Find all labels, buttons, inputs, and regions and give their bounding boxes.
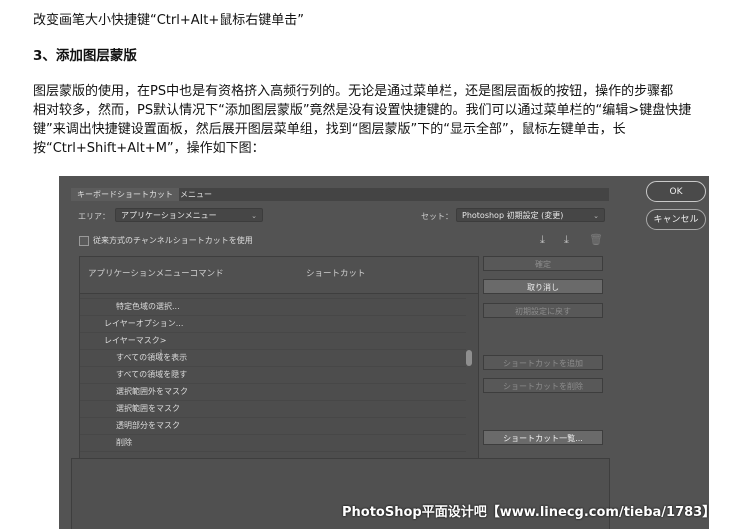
- table-row[interactable]: 透明部分をマスク: [80, 417, 466, 435]
- tab-keyboard-shortcuts[interactable]: キーボードショートカット: [71, 188, 179, 201]
- area-select[interactable]: アプリケーションメニュー ⌄: [115, 208, 263, 222]
- cancel-button[interactable]: キャンセル: [646, 209, 706, 230]
- paragraph-line: 图层蒙版的使用，在PS中也是有资格挤入高频行列的。无论是通过菜单栏，还是图层面板…: [33, 84, 674, 99]
- intro-line: 改变画笔大小快捷键“Ctrl+Alt+鼠标右键单击”: [33, 13, 304, 28]
- shortcut-summary-button[interactable]: ショートカット一覧...: [483, 430, 603, 445]
- new-set-icon[interactable]: ⤓: [564, 233, 569, 247]
- set-label: セット：: [421, 212, 453, 221]
- table-row[interactable]: 削除: [80, 434, 466, 452]
- article-paragraph: 图层蒙版的使用，在PS中也是有资格挤入高频行列的。无论是通过菜单栏，还是图层面板…: [33, 82, 739, 158]
- area-label: エリア：: [78, 212, 110, 221]
- dialog-tabs: キーボードショートカット メニュー: [71, 188, 609, 201]
- chevron-down-icon: ⌄: [593, 212, 599, 220]
- paragraph-line: 按“Ctrl+Shift+Alt+M”，操作如下图：: [33, 141, 265, 156]
- table-row[interactable]: 選択範囲をマスク: [80, 400, 466, 418]
- ok-button[interactable]: OK: [646, 181, 706, 202]
- area-select-value: アプリケーションメニュー: [121, 211, 217, 220]
- trash-icon[interactable]: 🗑: [589, 233, 603, 246]
- column-command: アプリケーションメニューコマンド: [88, 269, 224, 279]
- legacy-channel-checkbox[interactable]: [79, 236, 89, 246]
- shortcut-table: アプリケーションメニューコマンド ショートカット · · · · · · · 特…: [79, 256, 479, 460]
- add-shortcut-button[interactable]: ショートカットを追加: [483, 355, 603, 370]
- paragraph-line: 键”来调出快捷键设置面板，然后展开图层菜单组，找到“图层蒙版”下的“显示全部”，…: [33, 122, 626, 137]
- confirm-button[interactable]: 確定: [483, 256, 603, 271]
- table-row[interactable]: 選択範囲外をマスク: [80, 383, 466, 401]
- chevron-down-icon: ⌄: [251, 212, 257, 220]
- column-shortcut: ショートカット: [306, 269, 366, 279]
- set-select[interactable]: Photoshop 初期設定 (変更) ⌄: [456, 208, 605, 222]
- legacy-channel-label: 従来方式のチャンネルショートカットを使用: [93, 236, 253, 245]
- keyboard-shortcut-dialog-screenshot: キーボードショートカット メニュー エリア： アプリケーションメニュー ⌄ セッ…: [59, 176, 709, 529]
- undo-button[interactable]: 取り消し: [483, 279, 603, 294]
- section-heading: 3、添加图层蒙版: [33, 48, 137, 64]
- delete-shortcut-button[interactable]: ショートカットを削除: [483, 378, 603, 393]
- save-set-icon[interactable]: ⤓: [540, 233, 545, 247]
- table-scrollbar[interactable]: [466, 350, 472, 366]
- mouse-cursor-icon: ☝: [155, 348, 163, 363]
- table-header: アプリケーションメニューコマンド ショートカット: [80, 257, 478, 294]
- reset-button[interactable]: 初期設定に戻す: [483, 303, 603, 318]
- table-row[interactable]: すべての領域を表示: [80, 349, 466, 367]
- table-row[interactable]: すべての領域を隠す: [80, 366, 466, 384]
- paragraph-line: 相对较多，然而，PS默认情况下“添加图层蒙版”竟然是没有设置快捷键的。我们可以通…: [33, 103, 692, 118]
- table-row[interactable]: レイヤーマスク>: [80, 332, 466, 350]
- table-row[interactable]: 特定色域の選択...: [80, 298, 466, 316]
- tab-menu[interactable]: メニュー: [174, 188, 218, 201]
- table-row[interactable]: レイヤーオプション...: [80, 315, 466, 333]
- set-select-value: Photoshop 初期設定 (変更): [462, 211, 564, 220]
- watermark: PhotoShop平面设计吧【www.linecg.com/tieba/1783…: [342, 505, 709, 520]
- table-rows: · · · · · · · 特定色域の選択... レイヤーオプション... レイ…: [80, 294, 466, 459]
